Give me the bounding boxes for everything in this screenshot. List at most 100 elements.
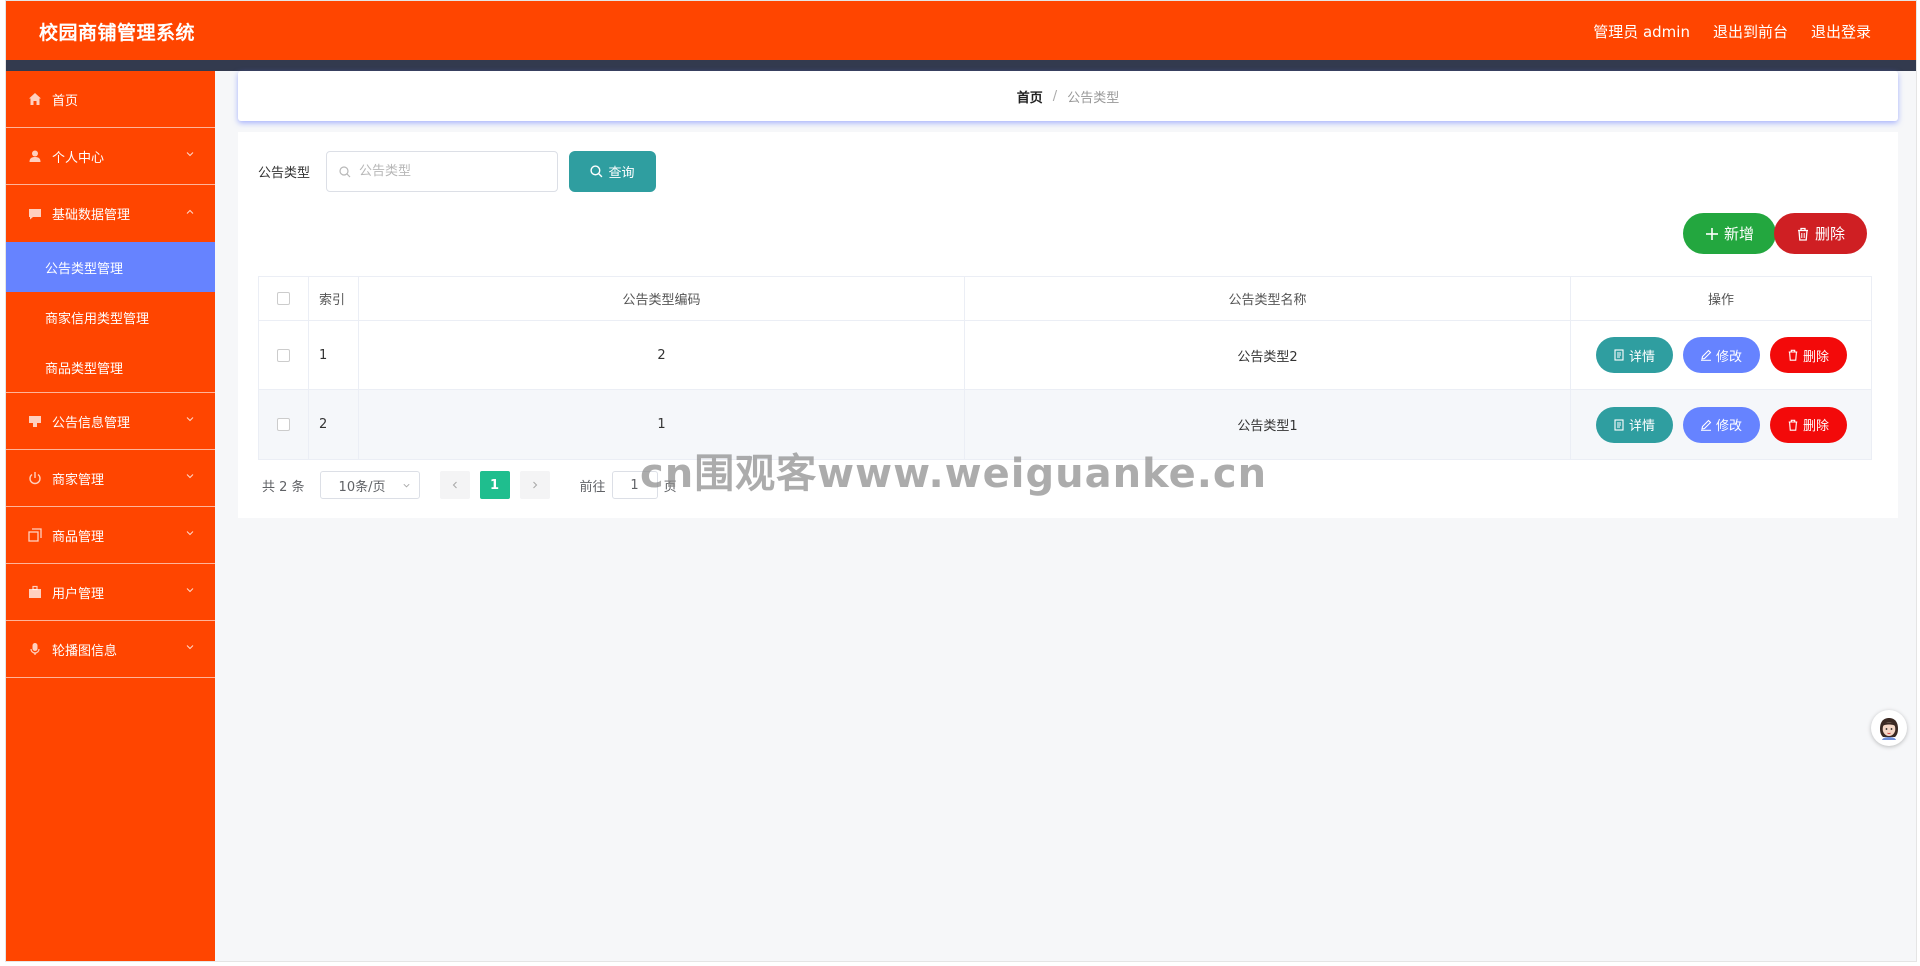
- batch-delete-button[interactable]: 删除: [1774, 213, 1867, 254]
- column-header-actions: 操作: [1707, 293, 1734, 308]
- column-header-name: 公告类型名称: [965, 277, 1571, 320]
- submenu-basic-data: 公告类型管理 商家信用类型管理 商品类型管理: [6, 242, 215, 393]
- chart-icon: [28, 414, 42, 428]
- top-header: 校园商铺管理系统 管理员 admin 退出到前台 退出登录: [6, 1, 1916, 60]
- avatar[interactable]: [1871, 710, 1907, 746]
- pagination-total: 共 2 条: [262, 479, 305, 495]
- header-links: 管理员 admin 退出到前台 退出登录: [1593, 21, 1871, 42]
- breadcrumb-current: 公告类型: [1067, 90, 1120, 106]
- sidebar-item-basic-data[interactable]: 基础数据管理: [6, 185, 215, 242]
- edit-icon: [1700, 349, 1712, 361]
- batch-delete-button-label: 删除: [1814, 225, 1845, 243]
- query-button-label: 查询: [608, 166, 635, 181]
- content-panel: 公告类型 查询 新增 删除 索引 公告类型编码 公告类型名称 操作: [238, 132, 1898, 518]
- chevron-down-icon: [186, 531, 194, 536]
- pagination: 共 2 条 10条/页 1 前往 页: [262, 471, 677, 499]
- sidebar-item-notice-type[interactable]: 公告类型管理: [6, 242, 215, 292]
- delete-button[interactable]: 删除: [1769, 337, 1847, 373]
- chevron-right-icon: [532, 481, 537, 489]
- cell-name: 公告类型1: [965, 390, 1571, 459]
- delete-button[interactable]: 删除: [1769, 406, 1847, 443]
- chevron-left-icon: [452, 481, 457, 489]
- search-icon: [339, 165, 351, 177]
- column-header-index: 索引: [309, 277, 359, 320]
- sidebar-item-label: 轮播图信息: [52, 643, 118, 659]
- row-checkbox[interactable]: [277, 418, 290, 431]
- sidebar-item-label: 商家管理: [52, 472, 105, 488]
- sidebar: 首页 个人中心 基础数据管理 公告类型管理 商家信用类型管理 商品类型管理 公告…: [6, 71, 215, 961]
- sidebar-item-carousel[interactable]: 轮播图信息: [6, 621, 215, 678]
- table-header-row: 索引 公告类型编码 公告类型名称 操作: [259, 277, 1871, 321]
- sidebar-item-personal-center[interactable]: 个人中心: [6, 128, 215, 185]
- column-header-code: 公告类型编码: [359, 277, 965, 320]
- search-icon: [590, 165, 603, 178]
- row-checkbox[interactable]: [277, 348, 290, 362]
- delete-button-label: 删除: [1802, 419, 1829, 434]
- select-all-checkbox[interactable]: [277, 292, 290, 305]
- prev-page-button[interactable]: [439, 471, 470, 499]
- cell-actions: 详情 修改 删除: [1571, 390, 1871, 459]
- goto-page-input[interactable]: [611, 471, 658, 499]
- chevron-down-icon: [186, 588, 194, 593]
- edit-button-label: 修改: [1715, 349, 1742, 365]
- chevron-down-icon: [403, 483, 410, 488]
- sidebar-item-merchant-credit-type[interactable]: 商家信用类型管理: [6, 292, 215, 342]
- breadcrumb-home[interactable]: 首页: [1017, 87, 1043, 106]
- detail-button[interactable]: 详情: [1595, 337, 1673, 373]
- page-number[interactable]: 1: [479, 471, 510, 499]
- detail-button[interactable]: 详情: [1595, 406, 1673, 443]
- cell-name: 公告类型2: [965, 321, 1571, 389]
- app-title: 校园商铺管理系统: [39, 22, 196, 44]
- sidebar-item-label: 基础数据管理: [52, 208, 131, 223]
- table-row: 1 2 公告类型2 详情 修改 删除: [259, 321, 1871, 390]
- edit-button[interactable]: 修改: [1682, 406, 1760, 443]
- trash-icon: [1797, 227, 1808, 241]
- sidebar-item-label: 商品管理: [52, 529, 105, 545]
- cell-code: 1: [359, 390, 965, 459]
- avatar-face-icon: [1880, 718, 1898, 740]
- add-button[interactable]: 新增: [1683, 213, 1776, 254]
- sidebar-item-users[interactable]: 用户管理: [6, 564, 215, 621]
- page-size-value: 10条/页: [338, 479, 386, 495]
- mic-icon: [28, 642, 42, 656]
- query-button[interactable]: 查询: [569, 151, 656, 192]
- admin-user-link[interactable]: 管理员 admin: [1593, 21, 1690, 42]
- breadcrumb: 首页 / 公告类型: [238, 71, 1898, 121]
- sidebar-item-label: 个人中心: [52, 150, 105, 166]
- goto-prefix: 前往: [579, 479, 606, 495]
- breadcrumb-separator: /: [1052, 88, 1058, 104]
- search-input[interactable]: [357, 163, 537, 180]
- logout-link[interactable]: 退出登录: [1811, 21, 1871, 42]
- chevron-down-icon: [186, 474, 194, 479]
- home-icon: [28, 92, 42, 106]
- edit-button[interactable]: 修改: [1682, 337, 1760, 373]
- chevron-down-icon: [186, 645, 194, 650]
- sidebar-item-goods-type[interactable]: 商品类型管理: [6, 342, 215, 392]
- trash-icon: [1788, 349, 1798, 361]
- row-checkbox-cell: [259, 390, 309, 459]
- sidebar-item-merchant[interactable]: 商家管理: [6, 450, 215, 507]
- add-button-label: 新增: [1723, 225, 1754, 243]
- search-label: 公告类型: [258, 166, 311, 181]
- data-table: 索引 公告类型编码 公告类型名称 操作 1 2 公告类型2 详情 修改 删除 2…: [258, 276, 1872, 460]
- exit-to-frontend-link[interactable]: 退出到前台: [1713, 21, 1788, 42]
- search-field[interactable]: [326, 151, 558, 192]
- briefcase-icon: [28, 585, 42, 599]
- chevron-down-icon: [186, 152, 194, 157]
- chat-icon: [28, 207, 42, 221]
- detail-button-label: 详情: [1628, 349, 1655, 365]
- cell-index: 2: [309, 390, 359, 459]
- sidebar-item-label: 用户管理: [52, 586, 105, 602]
- sidebar-item-notice-info[interactable]: 公告信息管理: [6, 393, 215, 450]
- sidebar-item-home[interactable]: 首页: [6, 71, 215, 128]
- row-checkbox-cell: [259, 321, 309, 389]
- page-size-select[interactable]: 10条/页: [319, 471, 420, 499]
- document-icon: [1614, 418, 1624, 431]
- plus-icon: [1705, 227, 1718, 240]
- chevron-up-icon: [186, 209, 194, 214]
- sidebar-item-goods[interactable]: 商品管理: [6, 507, 215, 564]
- header-checkbox-cell: [259, 277, 309, 320]
- header-strip: [6, 60, 1916, 71]
- sidebar-item-label: 首页: [52, 93, 79, 109]
- next-page-button[interactable]: [519, 471, 550, 499]
